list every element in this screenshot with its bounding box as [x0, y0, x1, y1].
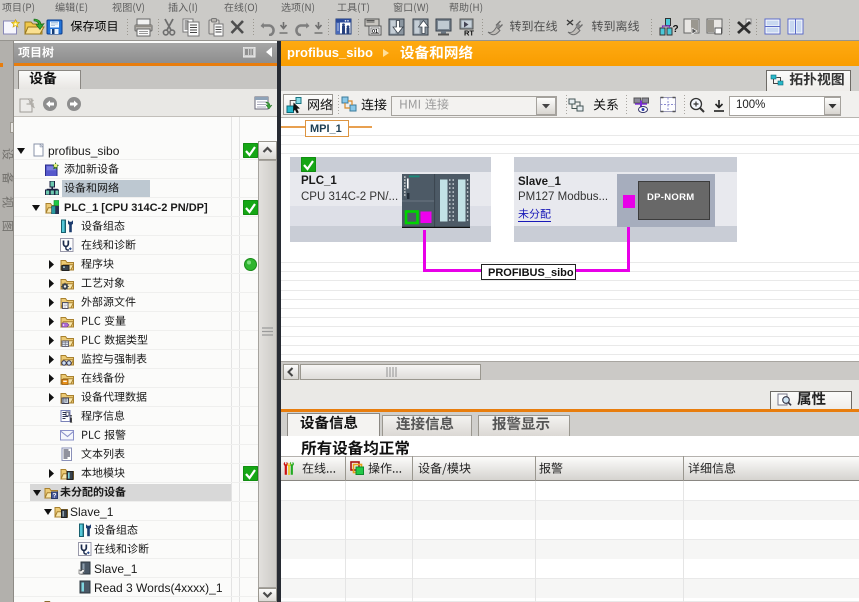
- svg-text:?: ?: [53, 493, 57, 500]
- svg-text:i: i: [70, 415, 73, 424]
- svg-text:01: 01: [372, 29, 378, 35]
- svg-text:?: ?: [672, 24, 678, 35]
- svg-text:RT: RT: [464, 29, 474, 38]
